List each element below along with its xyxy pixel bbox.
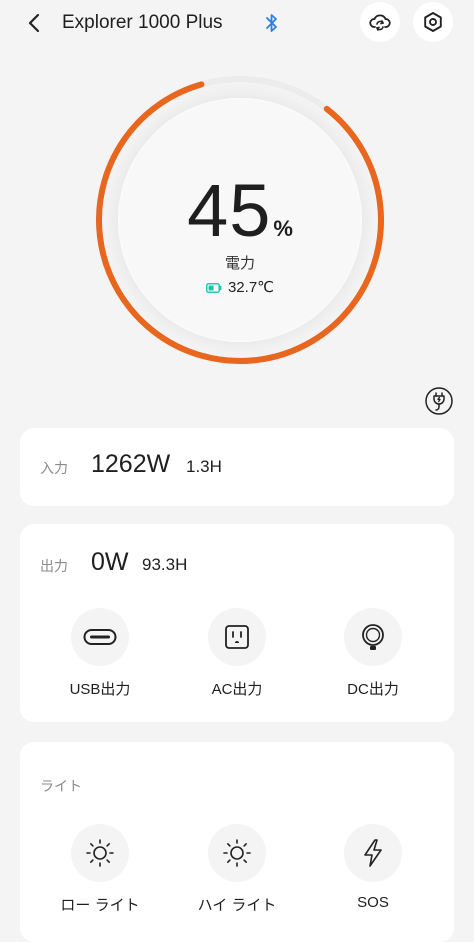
dc-output-label: DC出力 <box>347 681 399 698</box>
usb-output-button[interactable] <box>71 608 129 666</box>
high-light-label: ハイ ライト <box>197 897 277 914</box>
settings-icon <box>424 12 442 32</box>
sos-control: SOS <box>318 824 428 911</box>
usb-output-control: USB出力 <box>45 608 155 699</box>
output-card: 出力 0W 93.3H USB出力 AC出力 DC出力 <box>20 524 454 722</box>
battery-gauge: 45% 電力 32.7℃ <box>84 64 396 376</box>
battery-icon <box>206 283 222 293</box>
input-time: 1.3H <box>186 457 222 476</box>
output-time: 93.3H <box>142 555 188 574</box>
back-icon[interactable] <box>22 10 48 36</box>
temperature-value: 32.7℃ <box>227 279 275 296</box>
high-light-control: ハイ ライト <box>182 824 292 915</box>
usb-output-label: USB出力 <box>69 681 131 698</box>
low-light-control: ロー ライト <box>45 824 155 915</box>
ac-output-button[interactable] <box>208 608 266 666</box>
light-label: ライト <box>40 778 82 794</box>
header: Explorer 1000 Plus <box>0 0 474 48</box>
plug-icon[interactable] <box>424 386 454 416</box>
light-card: ライト ロー ライト ハイ ライト SOS <box>20 742 454 942</box>
input-power: 1262W <box>91 450 171 478</box>
low-light-label: ロー ライト <box>60 897 140 914</box>
battery-percent: 45% <box>84 168 396 253</box>
cloud-sync-button[interactable] <box>360 2 400 42</box>
ac-output-label: AC出力 <box>211 681 263 698</box>
settings-button[interactable] <box>413 2 453 42</box>
sos-button[interactable] <box>344 824 402 882</box>
temperature-row: 32.7℃ <box>84 278 396 296</box>
high-light-button[interactable] <box>208 824 266 882</box>
bluetooth-icon <box>266 14 277 32</box>
input-label: 入力 <box>40 460 68 476</box>
dc-output-button[interactable] <box>344 608 402 666</box>
cloud-sync-icon <box>369 14 391 31</box>
low-light-button[interactable] <box>71 824 129 882</box>
usb-icon <box>83 629 117 645</box>
dc-outlet-icon <box>362 624 384 650</box>
sun-icon <box>86 839 114 867</box>
battery-percent-value: 45 <box>187 169 272 252</box>
output-label: 出力 <box>40 558 68 574</box>
ac-output-control: AC出力 <box>182 608 292 699</box>
sun-icon <box>223 839 251 867</box>
sos-label: SOS <box>357 894 389 911</box>
ac-outlet-icon <box>225 625 249 649</box>
page-title: Explorer 1000 Plus <box>62 12 223 33</box>
output-power: 0W <box>91 548 129 576</box>
dc-output-control: DC出力 <box>318 608 428 699</box>
input-card: 入力 1262W 1.3H <box>20 428 454 506</box>
battery-percent-unit: % <box>273 216 293 241</box>
lightning-icon <box>364 839 382 867</box>
battery-label: 電力 <box>224 255 255 272</box>
